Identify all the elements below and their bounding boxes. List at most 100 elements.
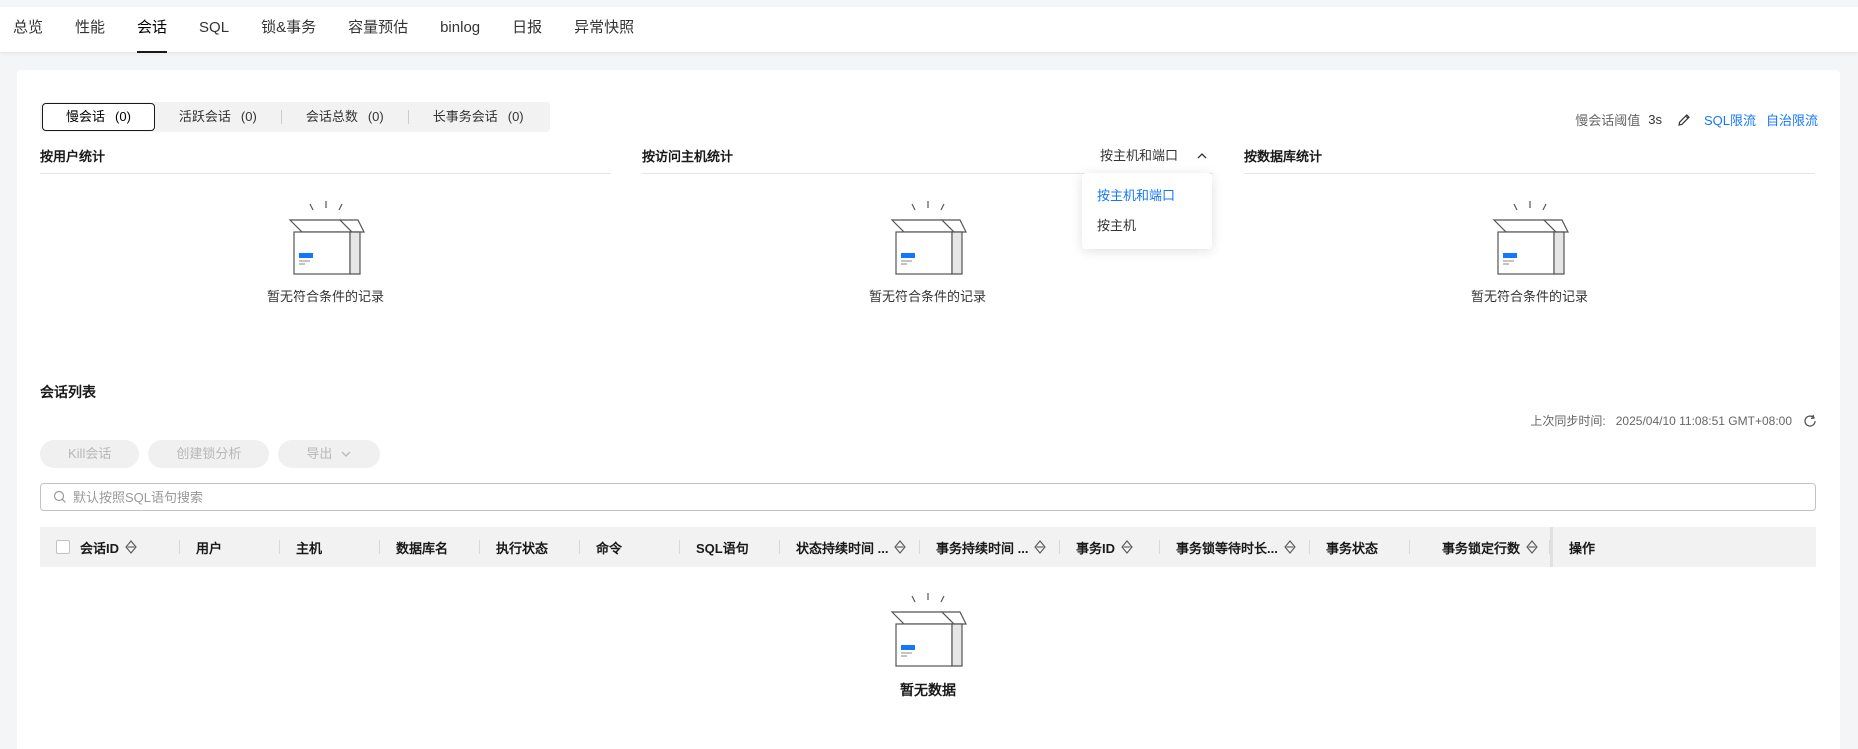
col-command: 命令 — [580, 527, 680, 567]
col-label: 主机 — [296, 540, 323, 556]
export-label: 导出 — [306, 446, 333, 461]
threshold-value: 3s — [1648, 112, 1662, 127]
segment-count: (0) — [240, 109, 257, 124]
stat-by-user: 按用户统计 暂无符合条件的记录 — [40, 148, 611, 304]
stat-by-host: 按访问主机统计 按主机和端口 暂无符合条件的记录 — [642, 148, 1213, 304]
session-list-title: 会话列表 — [40, 384, 96, 400]
segment-label: 慢会话 — [66, 109, 106, 124]
sql-limit-link[interactable]: SQL限流 — [1704, 110, 1756, 129]
col-trx-duration[interactable]: 事务持续时间 ... — [920, 527, 1060, 567]
segment-count: (0) — [115, 109, 131, 124]
empty-text: 暂无符合条件的记录 — [1470, 289, 1588, 304]
col-sql: SQL语句 — [680, 527, 780, 567]
tab-overview[interactable]: 总览 — [13, 7, 43, 53]
empty-box-icon — [1492, 201, 1569, 275]
col-trx-state: 事务状态 — [1310, 527, 1410, 567]
refresh-icon[interactable] — [1802, 413, 1818, 429]
col-label: SQL语句 — [696, 540, 749, 556]
empty-state: 暂无符合条件的记录 — [40, 198, 611, 305]
segment-active-sessions[interactable]: 活跃会话 (0) — [155, 103, 281, 131]
chevron-down-icon — [341, 451, 351, 457]
session-actions: Kill会话 创建锁分析 导出 — [40, 440, 389, 468]
col-label: 事务ID — [1076, 540, 1116, 556]
export-button[interactable]: 导出 — [278, 440, 381, 468]
sessions-card: 慢会话 (0) 活跃会话 (0) 会话总数 (0) 长事务会话 (0) 慢会话阈值 3s… — [17, 70, 1840, 749]
option-host[interactable]: 按主机 — [1082, 211, 1212, 241]
search-input[interactable] — [73, 489, 1773, 505]
sort-icon[interactable] — [894, 540, 907, 554]
kill-session-button[interactable]: Kill会话 — [40, 440, 140, 468]
sort-icon[interactable] — [125, 540, 137, 554]
col-locked-rows[interactable]: 事务锁定行数 — [1410, 527, 1550, 567]
col-trx-id[interactable]: 事务ID — [1060, 527, 1160, 567]
tab-daily-report[interactable]: 日报 — [512, 7, 542, 53]
empty-box-icon — [890, 201, 967, 275]
sort-icon[interactable] — [1034, 540, 1047, 554]
threshold-label: 慢会话阈值 — [1575, 113, 1641, 128]
col-label: 事务状态 — [1326, 540, 1379, 556]
top-nav: 总览 性能 会话 SQL 锁&事务 容量预估 binlog 日报 异常快照 — [0, 7, 1858, 53]
session-table-header: 会话ID 用户 主机 数据库名 执行状态 命令 SQL语句 状态持续时间 ...… — [40, 527, 1816, 567]
option-host-and-port[interactable]: 按主机和端口 — [1082, 181, 1212, 211]
session-type-segmented: 慢会话 (0) 活跃会话 (0) 会话总数 (0) 长事务会话 (0) — [40, 102, 550, 132]
col-label: 事务锁等待时长... — [1176, 540, 1278, 556]
select-all-checkbox[interactable] — [56, 540, 70, 554]
col-label: 命令 — [596, 540, 623, 556]
col-label: 用户 — [196, 540, 223, 556]
tab-snapshots[interactable]: 异常快照 — [574, 7, 634, 53]
col-session-id[interactable]: 会话ID — [40, 527, 180, 567]
segment-total-sessions[interactable]: 会话总数 (0) — [282, 103, 408, 131]
segment-count: (0) — [507, 109, 524, 124]
create-lock-analysis-button[interactable]: 创建锁分析 — [148, 440, 270, 468]
segment-long-transactions[interactable]: 长事务会话 (0) — [409, 103, 548, 131]
chevron-up-icon — [1197, 153, 1207, 159]
col-label: 数据库名 — [396, 540, 449, 556]
tab-sessions[interactable]: 会话 — [137, 7, 168, 53]
empty-text: 暂无数据 — [900, 682, 956, 698]
select-value: 按主机和端口 — [1099, 148, 1178, 163]
empty-text: 暂无符合条件的记录 — [266, 289, 384, 304]
edit-icon[interactable] — [1676, 112, 1692, 128]
segment-label: 长事务会话 — [432, 109, 498, 124]
tab-performance[interactable]: 性能 — [75, 7, 105, 53]
empty-box-icon — [288, 201, 365, 275]
host-grouping-select[interactable]: 按主机和端口 — [1100, 147, 1208, 165]
stat-title: 按用户统计 — [40, 148, 611, 174]
segment-label: 会话总数 — [305, 109, 358, 124]
sort-icon[interactable] — [1121, 540, 1133, 554]
host-grouping-dropdown: 按主机和端口 按主机 — [1082, 173, 1212, 249]
segment-slow-sessions[interactable]: 慢会话 (0) — [42, 103, 155, 131]
slow-session-threshold: 慢会话阈值 3s SQL限流 自治限流 — [1575, 110, 1818, 129]
tab-sql[interactable]: SQL — [199, 7, 229, 53]
empty-text: 暂无符合条件的记录 — [868, 289, 986, 304]
col-host: 主机 — [280, 527, 380, 567]
table-empty-state: 暂无数据 — [40, 590, 1816, 700]
sync-label: 上次同步时间: — [1530, 414, 1606, 428]
empty-state: 暂无符合条件的记录 — [1244, 198, 1815, 305]
tab-locks[interactable]: 锁&事务 — [261, 7, 316, 53]
sort-icon[interactable] — [1284, 540, 1296, 554]
col-user: 用户 — [180, 527, 280, 567]
auto-limit-link[interactable]: 自治限流 — [1766, 110, 1818, 129]
col-label: 状态持续时间 ... — [796, 540, 889, 556]
col-database: 数据库名 — [380, 527, 480, 567]
stat-by-database: 按数据库统计 暂无符合条件的记录 — [1244, 148, 1815, 304]
search-icon — [53, 490, 66, 503]
segment-count: (0) — [367, 109, 384, 124]
top-strip — [0, 0, 1858, 7]
stat-title-row: 按访问主机统计 按主机和端口 — [642, 148, 1213, 174]
nav-tabs: 总览 性能 会话 SQL 锁&事务 容量预估 binlog 日报 异常快照 — [0, 7, 1858, 53]
stat-title: 按访问主机统计 — [642, 149, 734, 164]
col-label: 事务持续时间 ... — [936, 540, 1029, 556]
tab-capacity[interactable]: 容量预估 — [348, 7, 408, 53]
sort-icon[interactable] — [1526, 540, 1538, 554]
col-lock-wait[interactable]: 事务锁等待时长... — [1160, 527, 1310, 567]
empty-box-icon — [890, 593, 967, 667]
tab-binlog[interactable]: binlog — [440, 7, 480, 53]
col-label: 操作 — [1569, 540, 1596, 556]
col-label: 会话ID — [80, 540, 120, 556]
sync-value: 2025/04/10 11:08:51 GMT+08:00 — [1615, 413, 1792, 428]
col-state-duration[interactable]: 状态持续时间 ... — [780, 527, 920, 567]
col-exec-state: 执行状态 — [480, 527, 580, 567]
col-label: 执行状态 — [496, 540, 549, 556]
